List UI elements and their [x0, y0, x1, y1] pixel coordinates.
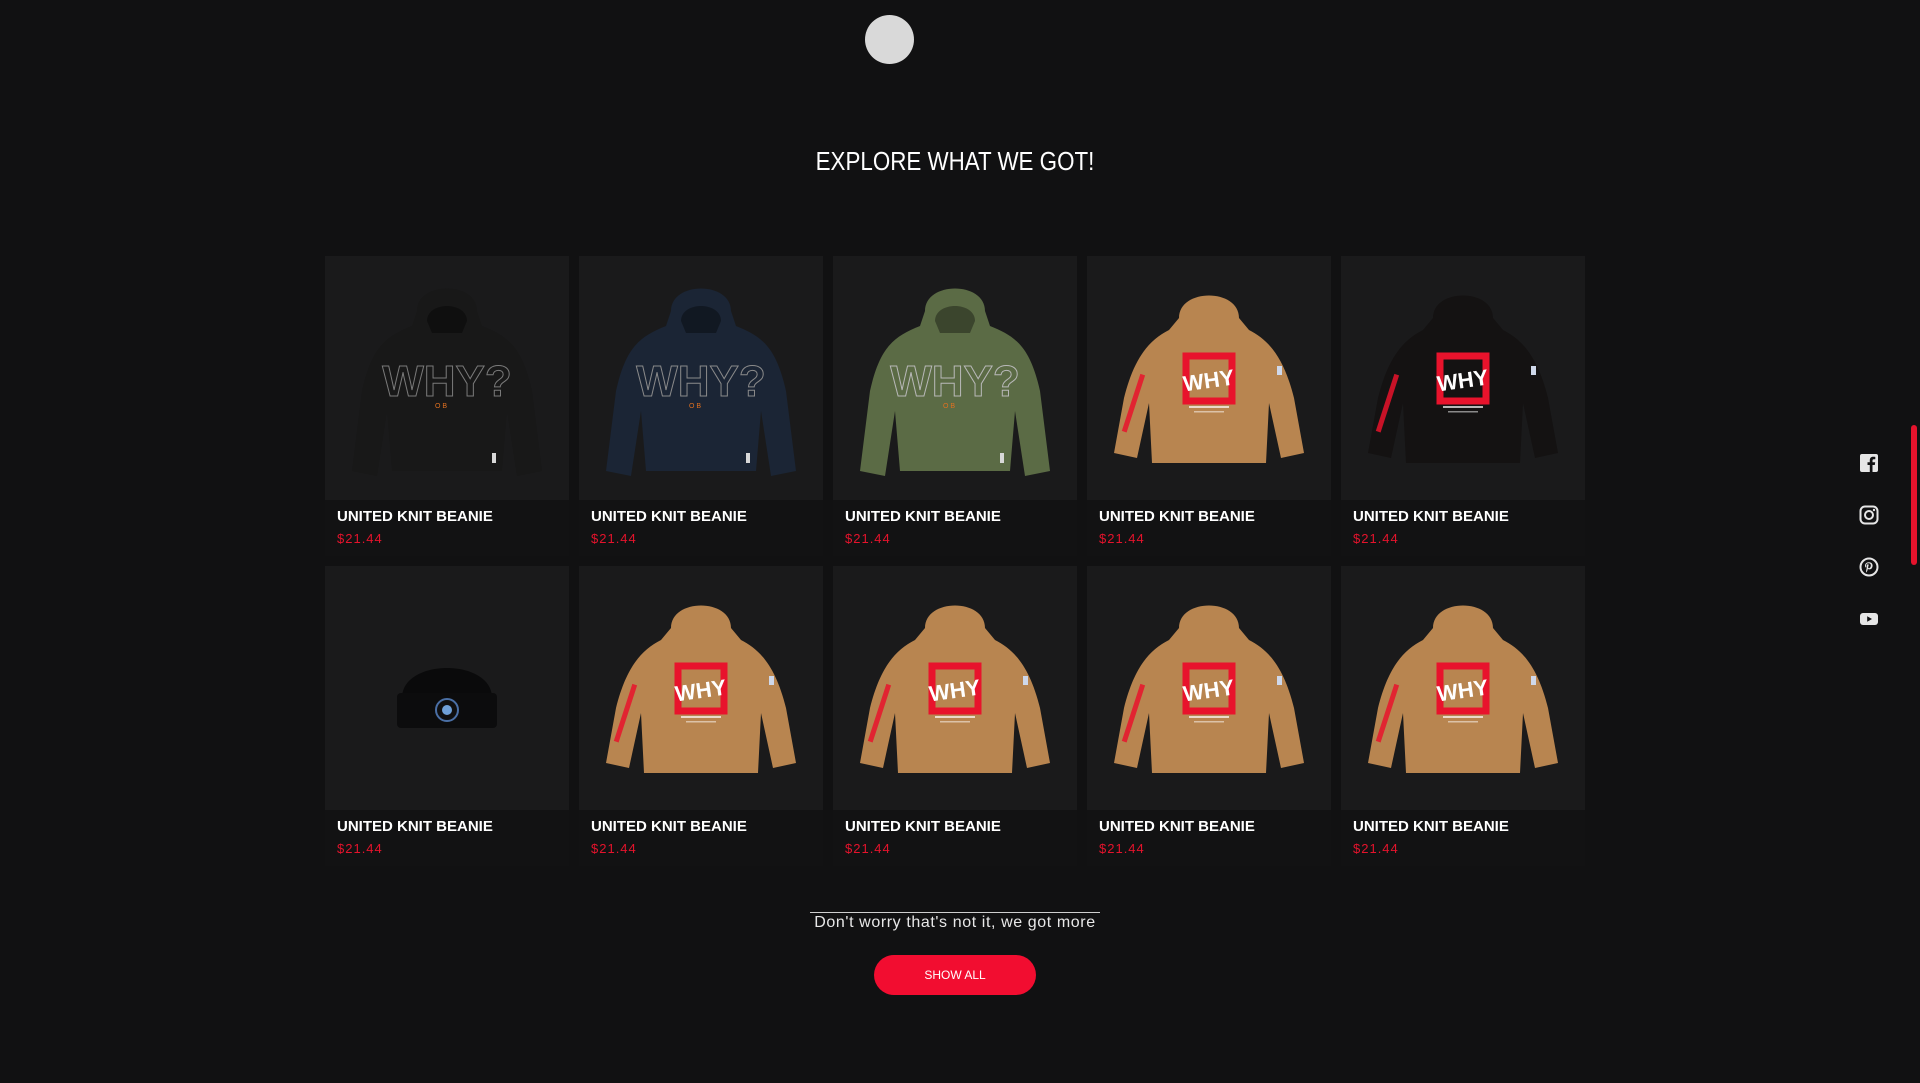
show-all-button[interactable]: SHOW ALL — [874, 955, 1036, 995]
product-card[interactable]: WHY? O B UNITED KNIT BEANIE $21.44 — [579, 256, 823, 556]
product-name[interactable]: UNITED KNIT BEANIE — [833, 810, 1077, 835]
product-card[interactable]: WHY? O B UNITED KNIT BEANIE $21.44 — [833, 256, 1077, 556]
product-price: $21.44 — [1099, 841, 1145, 856]
svg-text:WHY?: WHY? — [636, 357, 766, 406]
product-image[interactable]: WHY? O B — [579, 256, 823, 500]
product-card[interactable]: WHY UNITED KNIT BEANIE $21.44 — [1087, 566, 1331, 866]
top-dot-avatar — [865, 15, 914, 64]
product-name[interactable]: UNITED KNIT BEANIE — [1087, 500, 1331, 525]
youtube-icon[interactable] — [1858, 609, 1880, 629]
product-name[interactable]: UNITED KNIT BEANIE — [579, 500, 823, 525]
svg-text:WHY?: WHY? — [890, 357, 1020, 406]
product-image[interactable]: WHY — [1087, 256, 1331, 500]
facebook-icon[interactable] — [1858, 453, 1880, 473]
product-card[interactable]: WHY UNITED KNIT BEANIE $21.44 — [1087, 256, 1331, 556]
social-links — [1858, 453, 1880, 629]
more-text: Don't worry that's not it, we got more — [810, 912, 1100, 932]
product-card[interactable]: WHY UNITED KNIT BEANIE $21.44 — [833, 566, 1077, 866]
product-price: $21.44 — [1099, 531, 1145, 546]
product-name[interactable]: UNITED KNIT BEANIE — [325, 500, 569, 525]
product-name[interactable]: UNITED KNIT BEANIE — [1341, 500, 1585, 525]
product-price: $21.44 — [1353, 531, 1399, 546]
product-price: $21.44 — [845, 841, 891, 856]
svg-text:O B: O B — [943, 403, 955, 410]
page: EXPLORE WHAT WE GOT! WHY? O B UNITED KNI… — [0, 0, 1920, 1083]
scrollbar-thumb[interactable] — [1911, 425, 1917, 565]
section-title: EXPLORE WHAT WE GOT! — [815, 146, 1095, 176]
product-image[interactable]: WHY — [1341, 566, 1585, 810]
product-name[interactable]: UNITED KNIT BEANIE — [833, 500, 1077, 525]
product-image[interactable]: WHY — [833, 566, 1077, 810]
product-image[interactable]: WHY? O B — [325, 256, 569, 500]
instagram-icon[interactable] — [1858, 505, 1880, 525]
product-price: $21.44 — [337, 531, 383, 546]
product-grid: WHY? O B UNITED KNIT BEANIE $21.44 WHY? O… — [325, 256, 1587, 866]
product-card[interactable]: UNITED KNIT BEANIE $21.44 — [325, 566, 569, 866]
svg-text:O B: O B — [435, 403, 447, 410]
svg-text:O B: O B — [689, 403, 701, 410]
product-price: $21.44 — [845, 531, 891, 546]
product-card[interactable]: WHY UNITED KNIT BEANIE $21.44 — [579, 566, 823, 866]
pinterest-icon[interactable] — [1858, 557, 1880, 577]
product-price: $21.44 — [591, 841, 637, 856]
product-card[interactable]: WHY? O B UNITED KNIT BEANIE $21.44 — [325, 256, 569, 556]
product-card[interactable]: WHY UNITED KNIT BEANIE $21.44 — [1341, 566, 1585, 866]
product-name[interactable]: UNITED KNIT BEANIE — [1341, 810, 1585, 835]
product-price: $21.44 — [337, 841, 383, 856]
svg-text:WHY?: WHY? — [382, 357, 512, 406]
product-image[interactable]: WHY — [1087, 566, 1331, 810]
product-price: $21.44 — [591, 531, 637, 546]
product-name[interactable]: UNITED KNIT BEANIE — [1087, 810, 1331, 835]
product-image[interactable]: WHY — [1341, 256, 1585, 500]
product-image[interactable]: WHY? O B — [833, 256, 1077, 500]
product-name[interactable]: UNITED KNIT BEANIE — [325, 810, 569, 835]
product-name[interactable]: UNITED KNIT BEANIE — [579, 810, 823, 835]
product-price: $21.44 — [1353, 841, 1399, 856]
product-image[interactable]: WHY — [579, 566, 823, 810]
product-card[interactable]: WHY UNITED KNIT BEANIE $21.44 — [1341, 256, 1585, 556]
product-image[interactable] — [325, 566, 569, 810]
